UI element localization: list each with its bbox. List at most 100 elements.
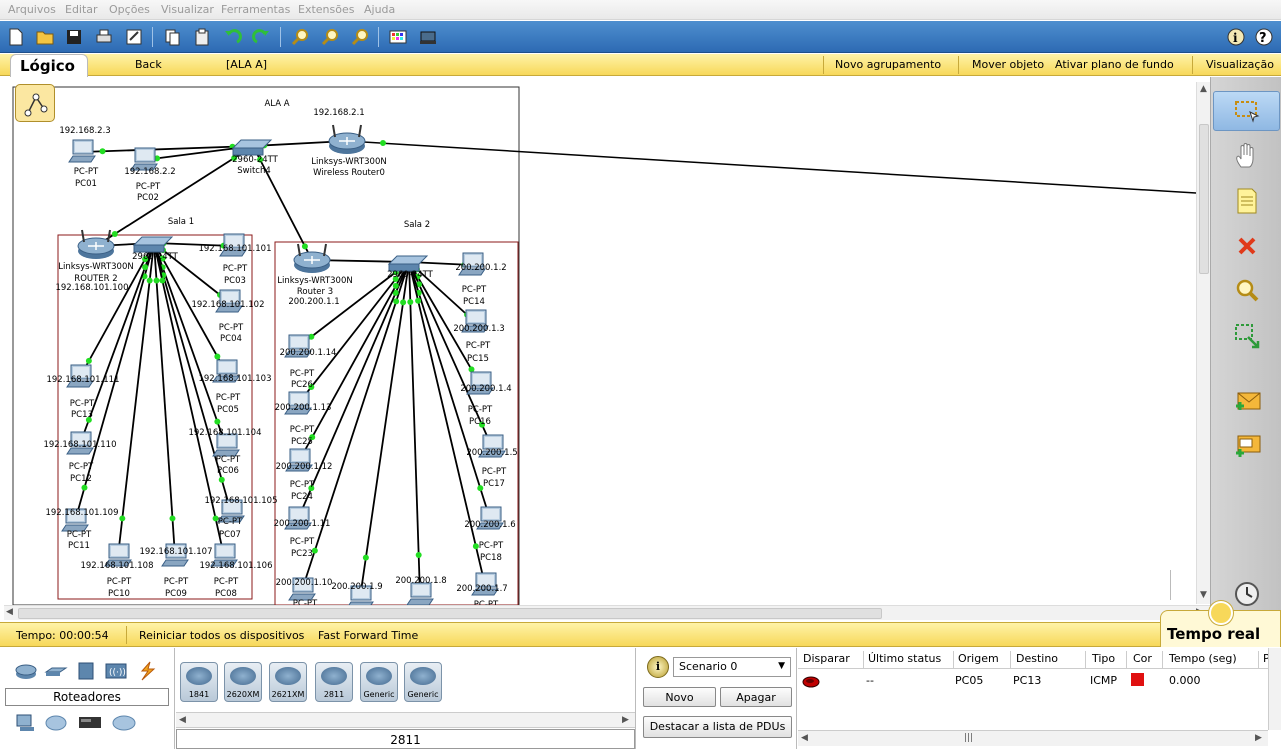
delete-tool-icon[interactable] bbox=[1213, 226, 1280, 266]
menu-opcoes[interactable]: Opções bbox=[109, 3, 150, 16]
link-switch5-pc10-port-b bbox=[119, 515, 126, 522]
type-label-pc24: PC-PT bbox=[290, 480, 315, 490]
toggle-pdu-list-button[interactable]: Destacar a lista de PDUs bbox=[643, 716, 792, 738]
model-generic-1[interactable]: Generic bbox=[360, 662, 398, 702]
horizontal-scroll-thumb[interactable] bbox=[18, 608, 882, 619]
row-source: PC05 bbox=[955, 674, 984, 687]
zoom-in-icon[interactable] bbox=[288, 25, 312, 49]
help-icon[interactable]: i bbox=[1224, 25, 1248, 49]
logical-workspace-bar: Back [ALA A] Novo agrupamento Mover obje… bbox=[0, 54, 1281, 76]
type-label-pc16: PC-PT bbox=[468, 405, 493, 415]
type-label-pc05: PC-PT bbox=[216, 393, 241, 403]
network-topology[interactable]: ALA A Sala 1 Sala 2 192.168.2.3 PC-PT PC01 192… bbox=[0, 77, 1196, 605]
hand-tool-icon[interactable] bbox=[1213, 136, 1280, 176]
set-background-button[interactable]: Ativar plano de fundo bbox=[1055, 58, 1174, 71]
redo-icon[interactable] bbox=[250, 25, 274, 49]
type-label-pc26: PC-PT bbox=[290, 369, 315, 379]
delete-scenario-button[interactable]: Apagar bbox=[720, 687, 792, 707]
scenario-select[interactable]: Scenario 0 ▼ bbox=[673, 657, 791, 677]
hubs-category-icon[interactable] bbox=[74, 660, 98, 682]
model-2620xm[interactable]: 2620XM bbox=[224, 662, 262, 702]
device-list-scrollbar[interactable]: ◀ ▶ bbox=[176, 712, 635, 728]
select-tool-icon[interactable] bbox=[1213, 91, 1280, 131]
pc-icon[interactable] bbox=[68, 139, 96, 163]
viewport-button[interactable]: Visualização bbox=[1206, 58, 1274, 71]
inspect-tool-icon[interactable] bbox=[1213, 271, 1280, 311]
pdu-horizontal-scrollbar[interactable]: ◀ ||| ▶ bbox=[798, 730, 1268, 746]
network-workspace[interactable]: ALA A Sala 1 Sala 2 192.168.2.3 PC-PT PC01 192… bbox=[0, 77, 1210, 606]
palette-icon[interactable] bbox=[386, 25, 410, 49]
ip-label-pc02: 192.168.2.2 bbox=[124, 167, 175, 177]
link-router0-external-port bbox=[380, 140, 386, 146]
link-switch5-pc09-port-b bbox=[169, 515, 176, 522]
pc-icon[interactable] bbox=[406, 582, 434, 605]
menu-extensoes[interactable]: Extensões bbox=[298, 3, 354, 16]
col-last-status: Último status bbox=[868, 652, 942, 665]
type-label-pc12: PC-PT bbox=[69, 462, 94, 472]
menu-arquivos[interactable]: Arquivos bbox=[8, 3, 56, 16]
type-label-pc01: PC-PT bbox=[74, 167, 99, 177]
add-complex-pdu-icon[interactable] bbox=[1213, 427, 1280, 467]
routers-category-icon[interactable] bbox=[14, 660, 38, 682]
navigation-icon[interactable] bbox=[15, 84, 55, 122]
activity-wizard-icon[interactable] bbox=[122, 25, 146, 49]
end-devices-category-icon[interactable] bbox=[14, 712, 38, 734]
fire-icon[interactable] bbox=[801, 676, 821, 688]
menu-bar: Arquivos Editar Opções Visualizar Ferram… bbox=[0, 0, 1281, 20]
connections-category-icon[interactable] bbox=[134, 660, 158, 682]
custom-device-icon[interactable] bbox=[416, 25, 440, 49]
menu-editar[interactable]: Editar bbox=[65, 3, 98, 16]
model-2621xm[interactable]: 2621XM bbox=[269, 662, 307, 702]
device-model-list: 1841 2620XM 2621XM 2811 Generic Generic … bbox=[176, 648, 636, 749]
vertical-scroll-thumb[interactable] bbox=[1199, 124, 1209, 274]
fast-forward-button[interactable]: Fast Forward Time bbox=[318, 629, 418, 642]
note-tool-icon[interactable] bbox=[1213, 181, 1280, 221]
row-type: ICMP bbox=[1090, 674, 1118, 687]
wan-emulation-category-icon[interactable] bbox=[44, 712, 68, 734]
resize-shape-tool-icon[interactable] bbox=[1213, 316, 1280, 356]
menu-ferramentas[interactable]: Ferramentas bbox=[221, 3, 290, 16]
link-switch6-pc21-port-a bbox=[400, 299, 407, 306]
zoom-out-icon[interactable] bbox=[348, 25, 372, 49]
row-color-swatch bbox=[1131, 673, 1144, 686]
model-generic-2[interactable]: Generic bbox=[404, 662, 442, 702]
custom-devices-category-icon[interactable] bbox=[78, 712, 102, 734]
vertical-scrollbar[interactable]: ▲ ▼ bbox=[1196, 82, 1210, 604]
name-label-pc13: PC13 bbox=[71, 410, 93, 420]
main-toolbar: i ? bbox=[0, 21, 1281, 53]
copy-icon[interactable] bbox=[160, 25, 184, 49]
print-icon[interactable] bbox=[92, 25, 116, 49]
canvas-edge bbox=[1170, 570, 1171, 600]
realtime-tab[interactable]: Tempo real bbox=[1160, 601, 1281, 647]
new-cluster-button[interactable]: Novo agrupamento bbox=[835, 58, 941, 71]
undo-icon[interactable] bbox=[220, 25, 244, 49]
open-folder-icon[interactable] bbox=[33, 25, 57, 49]
paste-icon[interactable] bbox=[190, 25, 214, 49]
model-1841[interactable]: 1841 bbox=[180, 662, 218, 702]
zoom-reset-icon[interactable] bbox=[318, 25, 342, 49]
packet-tracer-window: Arquivos Editar Opções Visualizar Ferram… bbox=[0, 0, 1281, 749]
type-label-pc09: PC-PT bbox=[164, 577, 189, 587]
ip-label-pc07: 192.168.101.105 bbox=[204, 496, 277, 506]
menu-ajuda[interactable]: Ajuda bbox=[364, 3, 395, 16]
name-label-pc18: PC18 bbox=[480, 553, 502, 563]
wireless-category-icon[interactable]: ((·)) bbox=[104, 660, 128, 682]
pdu-vertical-scrollbar[interactable] bbox=[1268, 648, 1281, 730]
back-button[interactable]: Back bbox=[135, 58, 162, 71]
add-simple-pdu-icon[interactable] bbox=[1213, 382, 1280, 422]
multiuser-category-icon[interactable] bbox=[112, 712, 136, 734]
model-2811[interactable]: 2811 bbox=[315, 662, 353, 702]
move-object-button[interactable]: Mover objeto bbox=[972, 58, 1044, 71]
scenario-info-icon[interactable]: i bbox=[647, 656, 669, 678]
help-question-icon[interactable]: ? bbox=[1252, 25, 1276, 49]
type-label-pc13: PC-PT bbox=[70, 399, 95, 409]
menu-visualizar[interactable]: Visualizar bbox=[161, 3, 214, 16]
horizontal-scrollbar[interactable]: ◀ ▶ bbox=[4, 605, 1210, 620]
switches-category-icon[interactable] bbox=[44, 660, 68, 682]
new-scenario-button[interactable]: Novo bbox=[643, 687, 716, 707]
ip-label-pc05: 192.168.101.103 bbox=[198, 374, 271, 384]
power-cycle-button[interactable]: Reiniciar todos os dispositivos bbox=[139, 629, 304, 642]
new-file-icon[interactable] bbox=[4, 25, 28, 49]
ip-label-pc03: 192.168.101.101 bbox=[198, 244, 271, 254]
save-icon[interactable] bbox=[62, 25, 86, 49]
